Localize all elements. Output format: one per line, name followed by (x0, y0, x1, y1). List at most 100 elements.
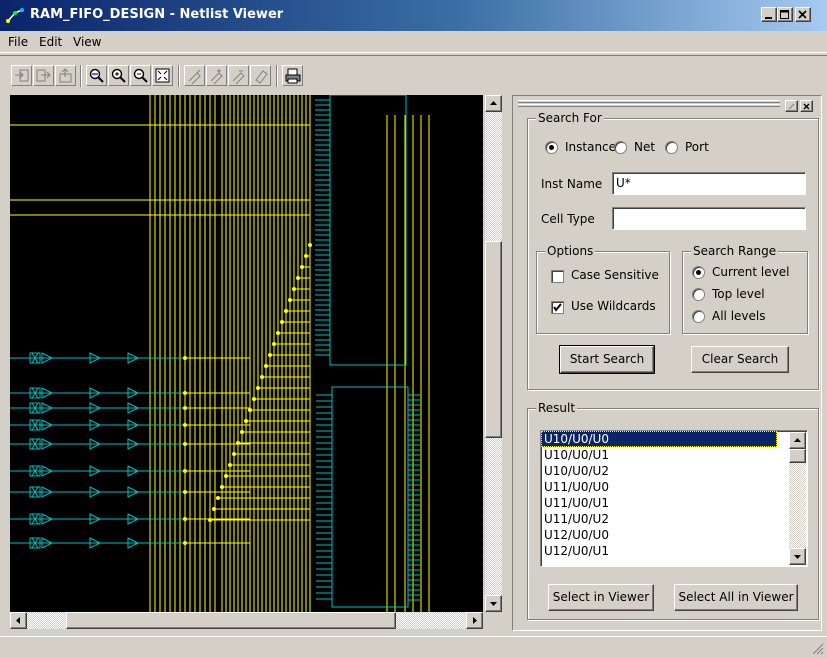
result-list-item[interactable]: U12/U0/U0 (541, 527, 777, 543)
net-junction (264, 364, 268, 368)
result-list-item[interactable]: U11/U0/U2 (541, 511, 777, 527)
radio-current-level-label: Current level (712, 265, 790, 279)
net-junction (276, 331, 280, 335)
eraser-button[interactable] (250, 65, 271, 86)
highlight-icon (188, 69, 201, 84)
net-junction (216, 496, 220, 500)
menu-view[interactable]: View (73, 35, 101, 49)
result-list-scrollbar[interactable] (789, 432, 806, 565)
checkmark-icon (553, 303, 562, 312)
print-button[interactable] (282, 65, 303, 86)
push-in-icon (15, 69, 29, 82)
result-rows: U10/U0/U0 U10/U0/U1 U10/U0/U2 U11/U0/U0 U11/… (541, 431, 807, 559)
top-level-icon (59, 68, 72, 83)
horizontal-scroll-thumb[interactable] (66, 612, 396, 629)
panel-restore-button[interactable] (785, 100, 798, 112)
scroll-up-button[interactable] (485, 95, 502, 112)
close-button[interactable] (795, 7, 811, 22)
zoom-select-icon (89, 68, 104, 83)
arrow-left-icon (16, 617, 20, 624)
net-junction (183, 442, 187, 446)
highlight-add-button[interactable] (206, 65, 227, 86)
options-group: Options (536, 244, 670, 334)
radio-instance[interactable] (545, 141, 558, 154)
result-legend: Result (536, 401, 578, 415)
zoom-out-button[interactable] (130, 65, 151, 86)
radio-net[interactable] (614, 141, 627, 154)
minimize-icon (765, 17, 772, 19)
viewer-vertical-scrollbar[interactable] (485, 95, 502, 612)
zoom-select-button[interactable] (86, 65, 107, 86)
resize-grip-icon (812, 643, 824, 655)
radio-port[interactable] (665, 141, 678, 154)
net-junction (183, 406, 187, 410)
menu-file[interactable]: File (8, 35, 28, 49)
push-in-button[interactable] (11, 65, 32, 86)
net-junction (292, 287, 296, 291)
radio-current-level[interactable] (692, 266, 705, 279)
net-junction (228, 463, 232, 467)
net-junction (220, 485, 224, 489)
radio-top-level[interactable] (692, 288, 705, 301)
fit-window-icon (155, 68, 170, 83)
net-junction (183, 541, 187, 545)
viewer-horizontal-scrollbar[interactable] (10, 612, 483, 629)
result-list-item[interactable]: U10/U0/U2 (541, 463, 777, 479)
cell-type-input[interactable] (612, 207, 806, 230)
inst-name-input[interactable]: U* (612, 172, 806, 195)
zoom-in-button[interactable] (108, 65, 129, 86)
list-scroll-down-button[interactable] (789, 548, 806, 565)
net-junction (288, 298, 292, 302)
options-legend: Options (545, 244, 596, 258)
fit-window-button[interactable] (152, 65, 173, 86)
search-for-legend: Search For (536, 111, 604, 125)
result-list-item[interactable]: U10/U0/U0 (541, 431, 777, 447)
window-title: RAM_FIFO_DESIGN - Netlist Viewer (30, 7, 284, 22)
minimize-button[interactable] (761, 7, 777, 22)
scroll-left-button[interactable] (10, 612, 27, 629)
start-search-button[interactable]: Start Search (559, 345, 655, 374)
result-list-item[interactable]: U11/U0/U0 (541, 479, 777, 495)
result-list-item[interactable]: U11/U0/U1 (541, 495, 777, 511)
schematic-canvas[interactable] (10, 95, 483, 612)
radio-net-label: Net (634, 140, 656, 154)
toolbar (0, 55, 827, 95)
scroll-right-button[interactable] (466, 612, 483, 629)
netlist-schematic (10, 95, 430, 612)
toolbar-separator (276, 65, 278, 87)
app-icon (6, 8, 24, 23)
menu-bar: File Edit View (0, 31, 827, 53)
result-list-item[interactable]: U12/U0/U1 (541, 543, 777, 559)
highlight-button[interactable] (184, 65, 205, 86)
select-all-in-viewer-button[interactable]: Select All in Viewer (674, 584, 798, 611)
net-junction (284, 309, 288, 313)
scroll-down-button[interactable] (485, 595, 502, 612)
status-bar (0, 636, 827, 658)
use-wildcards-checkbox[interactable] (551, 301, 564, 314)
select-in-viewer-button[interactable]: Select in Viewer (548, 584, 654, 611)
highlight-add-icon (210, 69, 223, 84)
case-sensitive-checkbox[interactable] (551, 270, 564, 283)
list-scroll-thumb[interactable] (789, 449, 806, 463)
net-junction (300, 265, 304, 269)
zoom-in-icon (111, 68, 126, 83)
panel-close-button[interactable] (800, 100, 813, 112)
top-level-button[interactable] (55, 65, 76, 86)
eraser-icon (255, 70, 268, 84)
net-junction (260, 375, 264, 379)
menu-edit[interactable]: Edit (39, 35, 62, 49)
maximize-button[interactable] (777, 7, 793, 22)
highlight-remove-button[interactable] (228, 65, 249, 86)
pop-out-icon (36, 69, 51, 82)
result-list[interactable]: U10/U0/U0 U10/U0/U1 U10/U0/U2 U11/U0/U0 U11/… (540, 430, 808, 567)
pop-out-button[interactable] (33, 65, 54, 86)
vertical-scroll-thumb[interactable] (485, 241, 502, 438)
radio-all-levels[interactable] (692, 310, 705, 323)
result-list-item[interactable]: U10/U0/U1 (541, 447, 777, 463)
net-junction (296, 276, 300, 280)
clear-search-button[interactable]: Clear Search (691, 346, 789, 373)
panel-grip[interactable] (518, 100, 780, 110)
net-junction (183, 423, 187, 427)
fifo-block-outline (331, 386, 409, 608)
list-scroll-up-button[interactable] (789, 432, 806, 449)
